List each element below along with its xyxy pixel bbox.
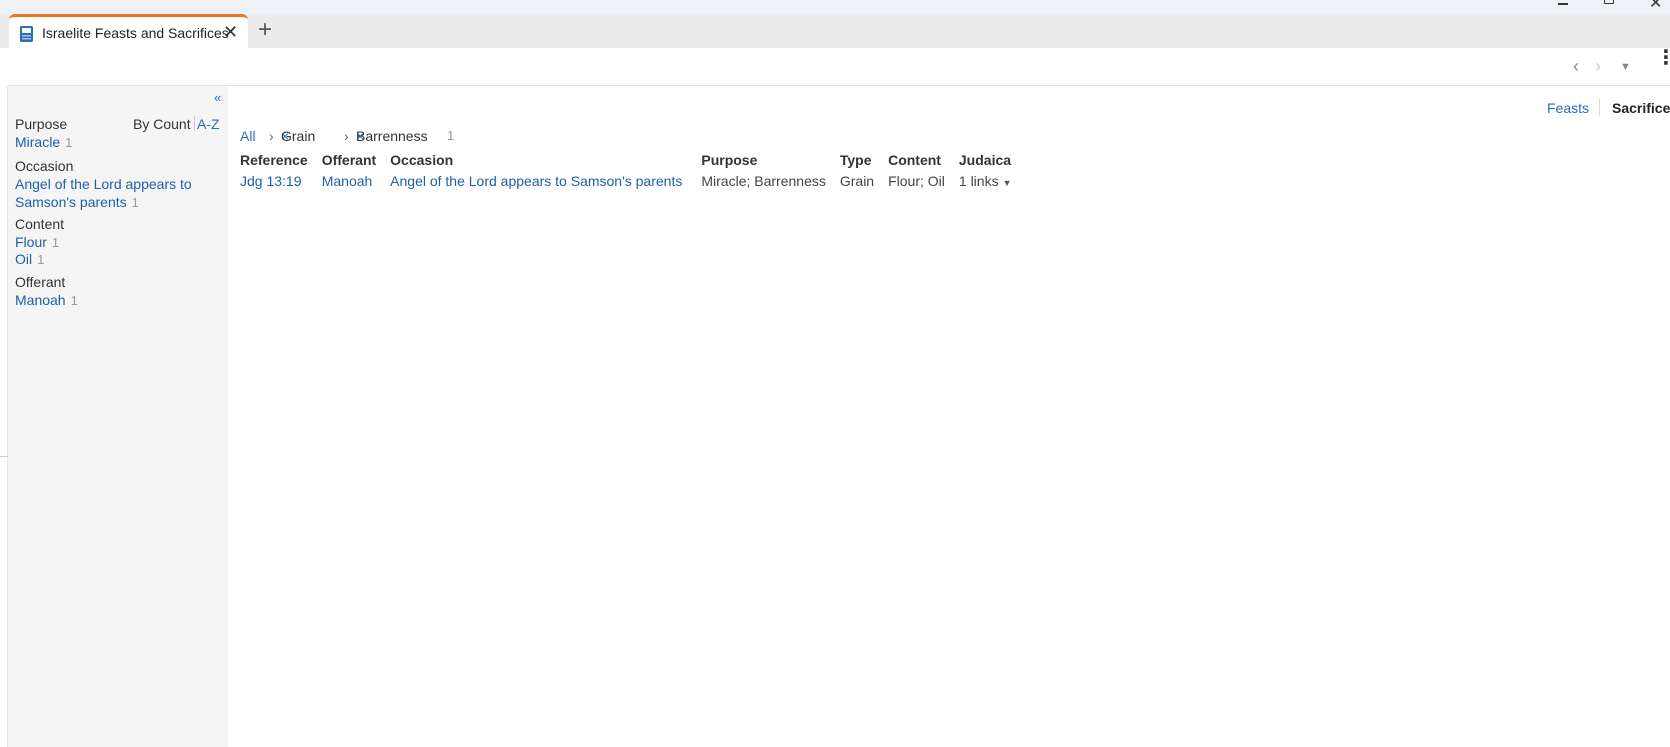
view-divider (1599, 98, 1600, 116)
restore-icon[interactable] (1604, 0, 1614, 4)
facet-item-count: 1 (65, 135, 73, 150)
reference-link[interactable]: Jdg 13:19 (240, 173, 302, 189)
facet-item-count: 1 (51, 235, 60, 250)
left-edge (0, 86, 8, 747)
table-row: Jdg 13:19 Manoah Angel of the Lord appea… (240, 170, 1026, 191)
close-icon[interactable]: ✕ (1649, 0, 1662, 13)
window-titlebar: ✕ (0, 0, 1670, 14)
cell-type: Grain (839, 173, 875, 189)
tab-strip: Israelite Feasts and Sacrifices ✕ + (0, 14, 1670, 48)
minimize-icon[interactable] (1558, 3, 1568, 5)
history-dropdown-icon[interactable]: ▼ (1620, 61, 1631, 73)
caret-down-icon: ▼ (1002, 178, 1012, 188)
cell-content: Flour; Oil (888, 173, 945, 189)
facet-item-label: Manoah (15, 292, 66, 308)
cell-offerant: Manoah (322, 170, 390, 191)
tab-israelite-feasts[interactable]: Israelite Feasts and Sacrifices ✕ (9, 14, 248, 48)
more-menu-icon[interactable]: ⋮ (1656, 48, 1670, 68)
forward-icon[interactable]: › (1595, 56, 1601, 77)
collapse-sidebar-icon[interactable]: « (214, 90, 221, 105)
main-content: Feasts Sacrifices All › ×Grain › ×Barren… (228, 86, 1670, 747)
cell-purpose: Miracle; Barrenness (701, 173, 826, 189)
facet-item-label: Oil (15, 251, 33, 267)
facet-item-label-line1: Angel of the Lord appears to (15, 176, 192, 192)
column-header[interactable]: Offerant (322, 150, 390, 170)
edge-marker (0, 456, 8, 457)
facet-header-purpose: Purpose (15, 116, 68, 132)
back-icon[interactable]: ‹ (1573, 56, 1579, 77)
cell-judaica[interactable]: 1 links ▼ (959, 170, 1026, 191)
book-icon (20, 26, 33, 42)
column-header[interactable]: Occasion (390, 150, 701, 170)
facet-item-manoah[interactable]: Manoah 1 (15, 291, 78, 310)
breadcrumb-all[interactable]: All (240, 128, 256, 144)
cell-occasion: Angel of the Lord appears to Samson's pa… (390, 170, 701, 191)
view-feasts-link[interactable]: Feasts (1547, 100, 1589, 116)
table-header-row: Reference Offerant Occasion Purpose Type… (240, 150, 1026, 170)
facet-item-angel-of-the-lord[interactable]: Angel of the Lord appears to Samson's pa… (15, 175, 215, 212)
facet-sidebar: « Purpose By Count A-Z Miracle 1 Occasion… (8, 86, 228, 747)
toolbar: ‹ › ▼ ⋮ (8, 48, 1670, 86)
column-header[interactable]: Content (888, 150, 959, 170)
breadcrumb-separator: › (269, 128, 274, 144)
filter-label: Grain (281, 128, 316, 144)
breadcrumb-separator: › (344, 128, 349, 144)
facet-item-label: Miracle (15, 134, 61, 150)
cell-reference: Jdg 13:19 (240, 170, 322, 191)
facet-header-occasion: Occasion (15, 158, 74, 174)
facet-header-offerant: Offerant (15, 274, 66, 290)
facet-item-miracle[interactable]: Miracle 1 (15, 133, 72, 152)
column-header[interactable]: Judaica (959, 150, 1026, 170)
sort-divider (194, 116, 195, 131)
facet-item-count: 1 (37, 252, 45, 267)
offerant-link[interactable]: Manoah (322, 173, 373, 189)
column-header[interactable]: Reference (240, 150, 322, 170)
judaica-links-dropdown[interactable]: 1 links (959, 173, 999, 189)
occasion-link[interactable]: Angel of the Lord appears to Samson's pa… (390, 173, 682, 189)
filter-label: Barrenness (356, 128, 428, 144)
sort-by-count[interactable]: By Count (133, 116, 191, 132)
new-tab-icon[interactable]: + (258, 16, 272, 44)
facet-item-oil[interactable]: Oil 1 (15, 250, 44, 269)
tab-title: Israelite Feasts and Sacrifices (42, 25, 229, 41)
result-count: 1 (447, 128, 455, 143)
facet-item-label: Flour (15, 234, 47, 250)
facet-item-label-line2: Samson's parents (15, 194, 127, 210)
facet-item-count: 1 (70, 293, 78, 308)
sacrifices-table: Reference Offerant Occasion Purpose Type… (240, 150, 1026, 191)
column-header[interactable]: Type (840, 150, 888, 170)
view-sacrifices-link[interactable]: Sacrifices (1612, 100, 1670, 116)
facet-item-count: 1 (131, 195, 139, 210)
column-header[interactable]: Purpose (701, 150, 840, 170)
facet-header-content: Content (15, 216, 65, 232)
tab-close-icon[interactable]: ✕ (223, 22, 238, 43)
sort-a-z[interactable]: A-Z (197, 116, 220, 132)
